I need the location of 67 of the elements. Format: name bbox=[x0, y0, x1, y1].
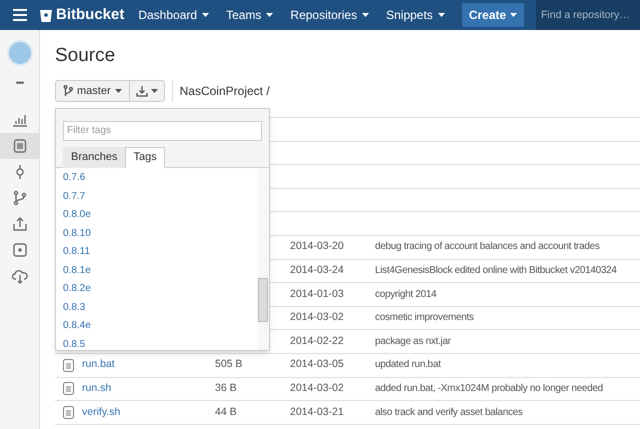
scrollbar[interactable] bbox=[257, 168, 269, 350]
commit-date: 2014-03-05 bbox=[290, 358, 344, 370]
cloud-download-icon bbox=[12, 268, 28, 284]
commit-date: 2014-03-21 bbox=[290, 406, 344, 418]
nav-menu[interactable]: Snippets bbox=[386, 6, 445, 24]
caret-icon bbox=[362, 13, 370, 17]
file-icon bbox=[63, 382, 74, 396]
filter-field[interactable]: Filter tags bbox=[63, 120, 262, 140]
upload-icon bbox=[12, 216, 28, 232]
file-link[interactable]: verify.sh bbox=[82, 404, 120, 420]
more-button[interactable]: ••• bbox=[16, 76, 24, 91]
dropdown-tab[interactable]: Branches bbox=[63, 147, 126, 168]
tag-item[interactable]: 0.7.6 bbox=[63, 169, 257, 188]
tag-item[interactable]: 0.7.7 bbox=[63, 188, 257, 206]
bar-chart-icon bbox=[12, 112, 28, 128]
tag-item[interactable]: 0.8.2e bbox=[63, 280, 257, 298]
commit-message: List4GenesisBlock edited online with Bitbucket v20140324 bbox=[375, 264, 617, 276]
file-size: 36 B bbox=[215, 382, 237, 394]
branch-selector[interactable]: master bbox=[55, 80, 130, 102]
caret-icon bbox=[510, 13, 518, 17]
nav-menu[interactable]: Teams bbox=[226, 6, 274, 24]
commit-message: also track and verify asset balances bbox=[375, 406, 523, 418]
bucket-logo-icon bbox=[40, 8, 52, 22]
tag-item[interactable]: 0.8.0e bbox=[63, 206, 257, 224]
commit-message: package as nxt.jar bbox=[375, 336, 451, 347]
caret-icon bbox=[266, 13, 274, 17]
nav-menu[interactable]: Repositories bbox=[290, 6, 370, 24]
tag-item[interactable]: 0.8.3 bbox=[63, 298, 257, 317]
file-size: 505 B bbox=[215, 358, 242, 370]
download-button[interactable] bbox=[130, 80, 165, 102]
caret-icon bbox=[202, 13, 210, 17]
file-size: 44 B bbox=[215, 406, 237, 418]
file-icon bbox=[63, 406, 74, 419]
download-icon bbox=[136, 85, 148, 97]
branch-icon bbox=[63, 85, 73, 97]
commit-date: 2014-03-02 bbox=[290, 311, 344, 324]
file-link[interactable]: run.sh bbox=[82, 380, 112, 397]
nav-menu[interactable]: Dashboard bbox=[138, 6, 210, 24]
commit-message: debug tracing of account balances and account trades bbox=[375, 241, 600, 252]
commit-date: 2014-02-22 bbox=[290, 334, 344, 347]
commit-date: 2014-03-24 bbox=[290, 264, 344, 276]
commit-date: 2014-03-02 bbox=[290, 382, 344, 394]
tag-item[interactable]: 0.8.4e bbox=[63, 317, 257, 336]
tag-item[interactable]: 0.8.10 bbox=[63, 224, 257, 243]
commit-message: cosmetic improvements bbox=[375, 312, 474, 324]
file-icon bbox=[63, 358, 74, 372]
branch-icon bbox=[12, 190, 28, 206]
sidebar-item[interactable] bbox=[0, 133, 39, 159]
tag-item[interactable]: 0.8.5 bbox=[63, 336, 257, 350]
file-link[interactable]: run.bat bbox=[82, 357, 115, 374]
commit-message: added run.bat, -Xmx1024M probably no longer needed bbox=[375, 382, 603, 394]
caret-icon bbox=[438, 13, 445, 17]
caret-icon bbox=[150, 89, 158, 93]
create-button[interactable]: Create bbox=[462, 3, 524, 27]
tag-item[interactable]: 0.8.1e bbox=[63, 262, 257, 280]
page-title: Source bbox=[55, 44, 116, 68]
brand-link[interactable]: Bitbucket bbox=[56, 4, 124, 26]
caret-icon bbox=[114, 89, 122, 93]
repository-path: NasCoinProject / bbox=[180, 83, 270, 100]
tag-item[interactable]: 0.8.11 bbox=[63, 243, 257, 262]
commit-date: 2014-01-03 bbox=[290, 288, 344, 300]
dropdown-tab[interactable]: Tags bbox=[125, 147, 165, 168]
commit-message: updated run.bat bbox=[375, 359, 441, 370]
search-field[interactable]: Find a repository… bbox=[536, 0, 640, 30]
file-icon bbox=[12, 138, 28, 154]
commit-message: copyright 2014 bbox=[375, 288, 436, 300]
commit-date: 2014-03-20 bbox=[290, 240, 344, 252]
